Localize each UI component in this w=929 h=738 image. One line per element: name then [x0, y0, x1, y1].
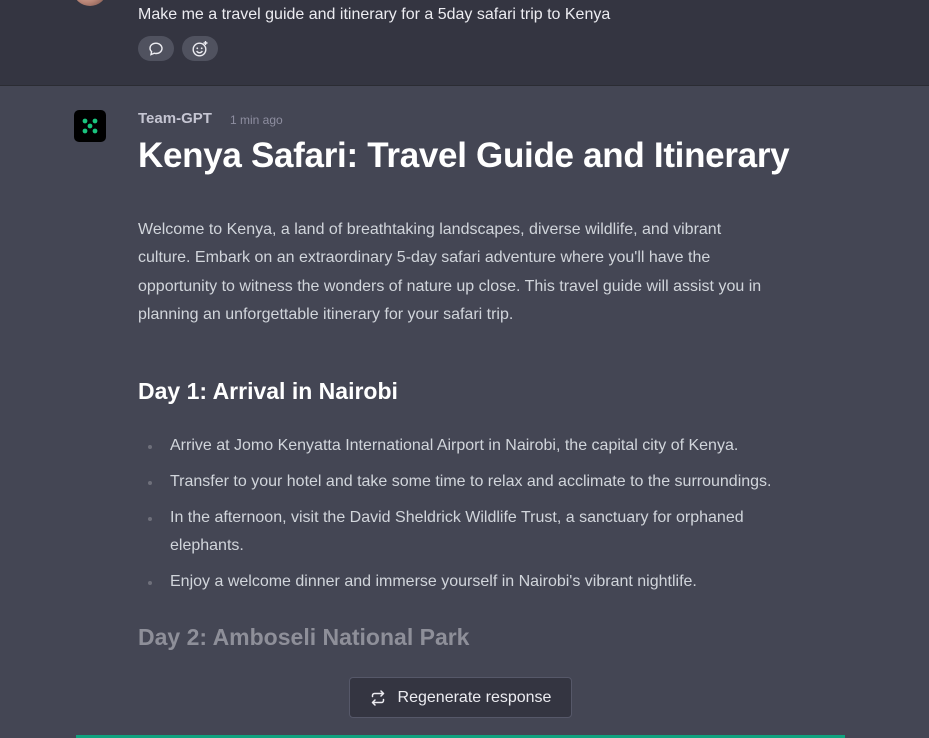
assistant-message: Team-GPT 1 min ago Kenya Safari: Travel … — [0, 86, 929, 738]
add-reaction-icon — [192, 40, 208, 57]
list-item: Enjoy a welcome dinner and immerse yours… — [138, 568, 798, 596]
add-reaction-button[interactable] — [182, 36, 218, 61]
regenerate-label: Regenerate response — [397, 688, 552, 706]
day-1-heading: Day 1: Arrival in Nairobi — [138, 378, 398, 405]
regenerate-icon — [371, 689, 384, 706]
list-item: Arrive at Jomo Kenyatta International Ai… — [138, 432, 798, 460]
message-timestamp: 1 min ago — [230, 113, 283, 127]
intro-paragraph: Welcome to Kenya, a land of breathtaking… — [138, 221, 762, 323]
regenerate-response-button[interactable]: Regenerate response — [349, 677, 572, 718]
team-gpt-logo-icon — [74, 110, 106, 142]
user-avatar — [74, 0, 106, 6]
user-message: Make me a travel guide and itinerary for… — [0, 0, 929, 86]
comment-icon — [149, 41, 163, 56]
guide-title: Kenya Safari: Travel Guide and Itinerary — [138, 136, 790, 175]
day-2-heading: Day 2: Amboseli National Park — [138, 624, 470, 651]
day-1-list: Arrive at Jomo Kenyatta International Ai… — [138, 432, 798, 596]
sender-name: Team-GPT — [138, 110, 212, 127]
comment-button[interactable] — [138, 36, 174, 61]
list-item: Transfer to your hotel and take some tim… — [138, 468, 798, 496]
message-content: Kenya Safari: Travel Guide and Itinerary… — [138, 136, 798, 652]
list-item: In the afternoon, visit the David Sheldr… — [138, 504, 798, 560]
user-message-text: Make me a travel guide and itinerary for… — [138, 6, 611, 23]
